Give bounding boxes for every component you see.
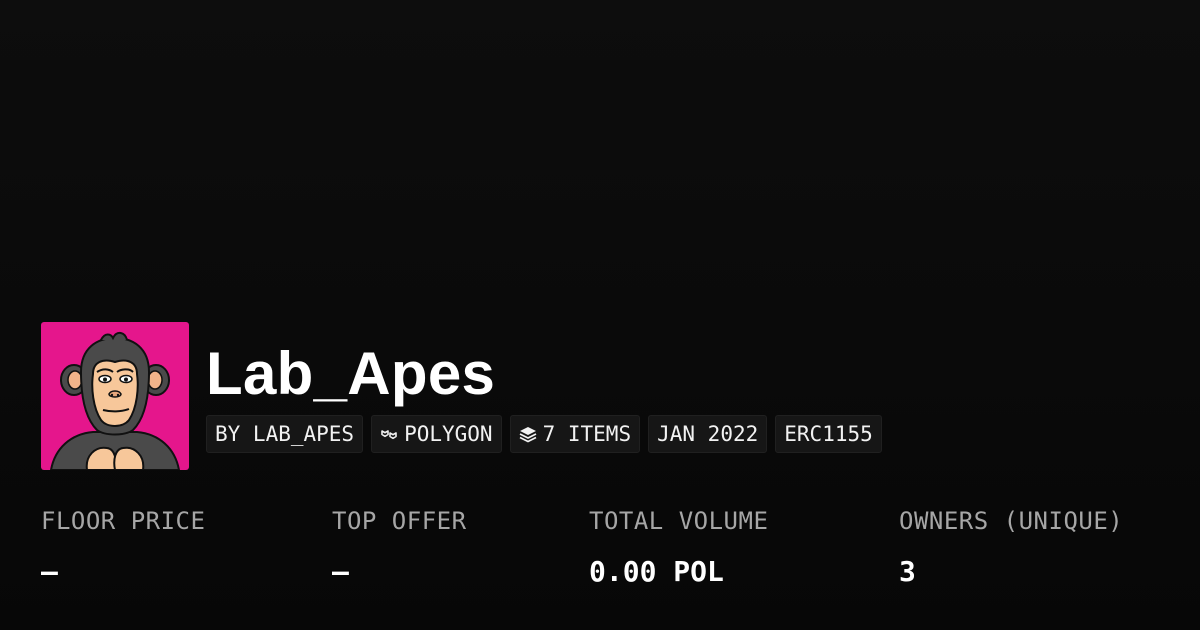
items-tag[interactable]: 7 ITEMS [509, 415, 641, 453]
creator-label: BY LAB_APES [215, 422, 355, 446]
standard-label: ERC1155 [784, 422, 873, 446]
total-volume-value: 0.00 POL [589, 555, 724, 588]
owners-stat: OWNERS (UNIQUE) 3 [899, 505, 1123, 589]
items-label: 7 ITEMS [542, 422, 632, 446]
ape-avatar-icon [41, 322, 189, 470]
top-offer-stat: TOP OFFER – [332, 505, 467, 589]
creator-tag[interactable]: BY LAB_APES [206, 415, 364, 453]
date-label: JAN 2022 [657, 422, 759, 446]
total-volume-stat: TOTAL VOLUME 0.00 POL [589, 505, 768, 589]
top-offer-value: – [332, 555, 349, 588]
layers-icon [519, 425, 537, 443]
floor-price-stat: FLOOR PRICE – [41, 505, 205, 589]
top-offer-label: TOP OFFER [332, 507, 467, 535]
polygon-icon [380, 425, 398, 443]
collection-og-card: Lab_Apes BY LAB_APES POLYGON 7 ITEMS JAN… [0, 0, 1200, 630]
floor-price-value: – [41, 555, 58, 588]
owners-value: 3 [899, 555, 916, 588]
owners-label: OWNERS (UNIQUE) [899, 507, 1124, 535]
chain-tag[interactable]: POLYGON [371, 415, 502, 453]
collection-avatar [41, 322, 189, 470]
date-tag: JAN 2022 [648, 415, 768, 453]
collection-tags: BY LAB_APES POLYGON 7 ITEMS JAN 2022 ERC… [206, 415, 882, 455]
total-volume-label: TOTAL VOLUME [589, 507, 769, 535]
floor-price-label: FLOOR PRICE [41, 507, 206, 535]
chain-label: POLYGON [404, 422, 493, 446]
standard-tag: ERC1155 [775, 415, 882, 453]
collection-title: Lab_Apes [206, 340, 496, 407]
